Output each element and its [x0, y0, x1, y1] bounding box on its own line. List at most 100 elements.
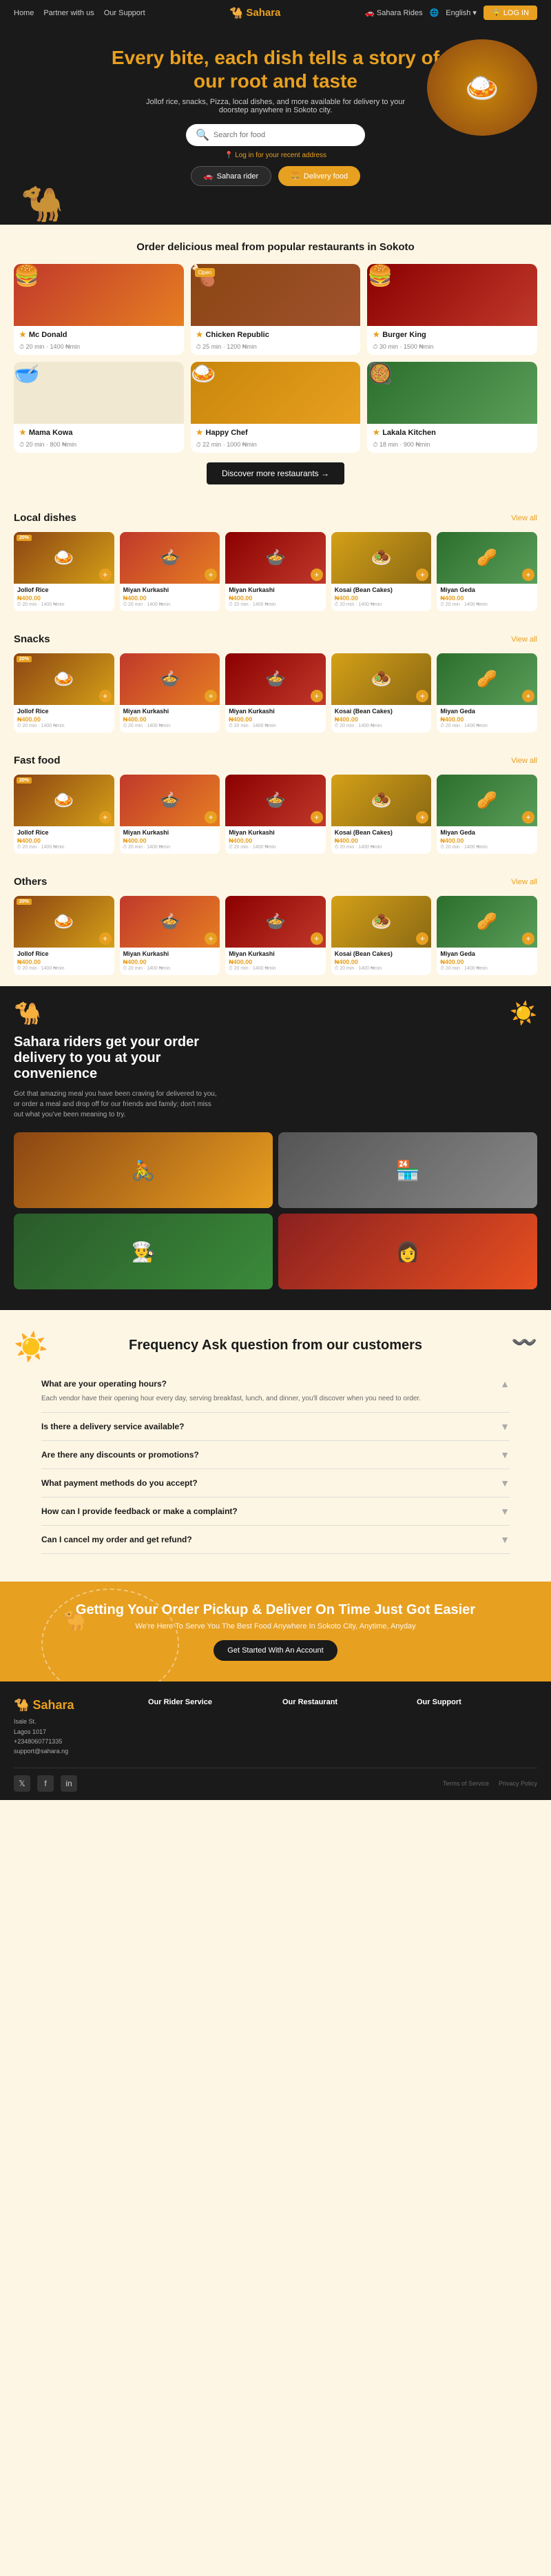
- restaurant-image: 🍛: [191, 362, 361, 424]
- food-card-name: Miyan Kurkashi: [229, 950, 322, 957]
- sahara-rides-link[interactable]: 🚗 Sahara Rides: [365, 8, 422, 17]
- search-bar[interactable]: 🔍: [186, 124, 365, 146]
- restaurant-card[interactable]: 🍛 ★ Happy Chef ⏱ 22 min · 1000 ₦min: [191, 362, 361, 453]
- add-to-cart-button[interactable]: +: [416, 811, 428, 824]
- food-card[interactable]: 🧆 + Kosai (Bean Cakes) ₦400.00 ⏱ 20 min …: [331, 775, 432, 854]
- add-to-cart-button[interactable]: +: [311, 811, 323, 824]
- add-to-cart-button[interactable]: +: [99, 690, 112, 702]
- food-card[interactable]: 🧆 + Kosai (Bean Cakes) ₦400.00 ⏱ 20 min …: [331, 896, 432, 975]
- cta-button[interactable]: Get Started With An Account: [214, 1640, 337, 1661]
- food-badge: 20%: [17, 535, 32, 541]
- terms-link[interactable]: Terms of Service: [443, 1780, 489, 1787]
- food-card-body: Miyan Kurkashi ₦400.00 ⏱ 20 min · 1400 ₦…: [225, 826, 326, 854]
- food-card-meta: ⏱ 20 min · 1400 ₦min: [123, 845, 217, 850]
- add-to-cart-button[interactable]: +: [416, 690, 428, 702]
- food-card-body: Miyan Kurkashi ₦400.00 ⏱ 20 min · 1400 ₦…: [225, 584, 326, 611]
- restaurant-card[interactable]: 🍔 ★ Mc Donald ⏱ 20 min · 1400 ₦min: [14, 264, 184, 355]
- add-to-cart-button[interactable]: +: [522, 932, 534, 945]
- cta-heading: Getting Your Order Pickup & Deliver On T…: [28, 1602, 523, 1618]
- faq-sun-icon: ☀️: [14, 1331, 48, 1363]
- add-to-cart-button[interactable]: +: [416, 569, 428, 581]
- food-card[interactable]: 🥜 + Miyan Geda ₦400.00 ⏱ 20 min · 1400 ₦…: [437, 775, 537, 854]
- view-all-link[interactable]: View all: [511, 878, 537, 886]
- view-all-link[interactable]: View all: [511, 757, 537, 765]
- faq-item[interactable]: What are your operating hours? ▲ Each ve…: [41, 1370, 510, 1413]
- add-to-cart-button[interactable]: +: [205, 932, 217, 945]
- facebook-icon[interactable]: f: [37, 1775, 54, 1792]
- food-card[interactable]: 🍛 20% + Jollof Rice ₦400.00 ⏱ 20 min · 1…: [14, 775, 114, 854]
- footer-logo: 🐪 Sahara: [14, 1698, 134, 1713]
- footer-col-title: Our Support: [417, 1698, 537, 1706]
- food-card-price: ₦400.00: [335, 837, 428, 844]
- faq-item[interactable]: How can I provide feedback or make a com…: [41, 1497, 510, 1526]
- login-button[interactable]: 🔒 LOG IN: [484, 6, 537, 20]
- faq-heading: Frequency Ask question from our customer…: [41, 1338, 510, 1353]
- food-card[interactable]: 🧆 + Kosai (Bean Cakes) ₦400.00 ⏱ 20 min …: [331, 653, 432, 733]
- faq-question: How can I provide feedback or make a com…: [41, 1506, 238, 1516]
- add-to-cart-button[interactable]: +: [522, 690, 534, 702]
- rider-button[interactable]: 🚗 Sahara rider: [191, 166, 271, 186]
- search-input[interactable]: [214, 131, 355, 139]
- location-text[interactable]: 📍 Log in for your recent address: [14, 152, 537, 159]
- food-card[interactable]: 🍲 + Miyan Kurkashi ₦400.00 ⏱ 20 min · 14…: [225, 532, 326, 611]
- food-button[interactable]: 🍔 Delivery food: [278, 166, 360, 186]
- add-to-cart-button[interactable]: +: [99, 569, 112, 581]
- food-card-name: Miyan Kurkashi: [123, 708, 217, 715]
- restaurant-card[interactable]: 🍗 Open ★ Chicken Republic ⏱ 25 min · 120…: [191, 264, 361, 355]
- discover-button[interactable]: Discover more restaurants →: [207, 462, 344, 484]
- food-section-header: Fast foodView all: [14, 755, 537, 766]
- restaurant-card[interactable]: 🥘 ★ Lakala Kitchen ⏱ 18 min · 900 ₦min: [367, 362, 537, 453]
- add-to-cart-button[interactable]: +: [205, 811, 217, 824]
- restaurant-card[interactable]: 🍔 ★ Burger King ⏱ 30 min · 1500 ₦min: [367, 264, 537, 355]
- add-to-cart-button[interactable]: +: [205, 569, 217, 581]
- food-card-price: ₦400.00: [440, 837, 534, 844]
- food-card[interactable]: 🥜 + Miyan Geda ₦400.00 ⏱ 20 min · 1400 ₦…: [437, 653, 537, 733]
- food-card-image: 🍲 +: [120, 653, 220, 705]
- faq-item[interactable]: Can I cancel my order and get refund? ▼: [41, 1526, 510, 1554]
- add-to-cart-button[interactable]: +: [522, 811, 534, 824]
- add-to-cart-button[interactable]: +: [99, 811, 112, 824]
- footer: 🐪 Sahara Isale St.Lagos 1017+23480607713…: [0, 1681, 551, 1800]
- faq-item[interactable]: Are there any discounts or promotions? ▼: [41, 1441, 510, 1469]
- food-card[interactable]: 🍛 20% + Jollof Rice ₦400.00 ⏱ 20 min · 1…: [14, 896, 114, 975]
- add-to-cart-button[interactable]: +: [311, 690, 323, 702]
- food-card-meta: ⏱ 20 min · 1400 ₦min: [335, 724, 428, 729]
- add-to-cart-button[interactable]: +: [416, 932, 428, 945]
- twitter-icon[interactable]: 𝕏: [14, 1775, 30, 1792]
- faq-wave-icon: 〰️: [512, 1331, 537, 1355]
- add-to-cart-button[interactable]: +: [205, 690, 217, 702]
- food-card-body: Jollof Rice ₦400.00 ⏱ 20 min · 1400 ₦min: [14, 584, 114, 611]
- food-card[interactable]: 🍲 + Miyan Kurkashi ₦400.00 ⏱ 20 min · 14…: [225, 653, 326, 733]
- restaurant-name: ★ Mama Kowa: [14, 424, 184, 441]
- restaurant-card[interactable]: 🥣 ★ Mama Kowa ⏱ 20 min · 800 ₦min: [14, 362, 184, 453]
- food-card[interactable]: 🍲 + Miyan Kurkashi ₦400.00 ⏱ 20 min · 14…: [120, 775, 220, 854]
- food-card[interactable]: 🍲 + Miyan Kurkashi ₦400.00 ⏱ 20 min · 14…: [120, 532, 220, 611]
- food-card[interactable]: 🍲 + Miyan Kurkashi ₦400.00 ⏱ 20 min · 14…: [120, 896, 220, 975]
- food-card[interactable]: 🍲 + Miyan Kurkashi ₦400.00 ⏱ 20 min · 14…: [225, 896, 326, 975]
- brand-logo: Sahara: [246, 7, 280, 19]
- add-to-cart-button[interactable]: +: [99, 932, 112, 945]
- add-to-cart-button[interactable]: +: [522, 569, 534, 581]
- language-select[interactable]: English ▾: [446, 8, 477, 17]
- food-card[interactable]: 🍲 + Miyan Kurkashi ₦400.00 ⏱ 20 min · 14…: [225, 775, 326, 854]
- food-card-meta: ⏱ 20 min · 1400 ₦min: [440, 724, 534, 729]
- linkedin-icon[interactable]: in: [61, 1775, 77, 1792]
- food-card-meta: ⏱ 20 min · 1400 ₦min: [335, 966, 428, 972]
- food-card[interactable]: 🥜 + Miyan Geda ₦400.00 ⏱ 20 min · 1400 ₦…: [437, 896, 537, 975]
- view-all-link[interactable]: View all: [511, 635, 537, 644]
- nav-home[interactable]: Home: [14, 9, 34, 17]
- food-card[interactable]: 🍛 20% + Jollof Rice ₦400.00 ⏱ 20 min · 1…: [14, 532, 114, 611]
- faq-item[interactable]: Is there a delivery service available? ▼: [41, 1413, 510, 1441]
- faq-item[interactable]: What payment methods do you accept? ▼: [41, 1469, 510, 1497]
- nav-support[interactable]: Our Support: [104, 9, 145, 17]
- food-card[interactable]: 🍲 + Miyan Kurkashi ₦400.00 ⏱ 20 min · 14…: [120, 653, 220, 733]
- add-to-cart-button[interactable]: +: [311, 932, 323, 945]
- view-all-link[interactable]: View all: [511, 514, 537, 522]
- privacy-link[interactable]: Privacy Policy: [499, 1780, 537, 1787]
- add-to-cart-button[interactable]: +: [311, 569, 323, 581]
- food-card[interactable]: 🍛 20% + Jollof Rice ₦400.00 ⏱ 20 min · 1…: [14, 653, 114, 733]
- food-card-body: Kosai (Bean Cakes) ₦400.00 ⏱ 20 min · 14…: [331, 705, 432, 733]
- food-card[interactable]: 🧆 + Kosai (Bean Cakes) ₦400.00 ⏱ 20 min …: [331, 532, 432, 611]
- nav-partner[interactable]: Partner with us: [43, 9, 94, 17]
- food-card[interactable]: 🥜 + Miyan Geda ₦400.00 ⏱ 20 min · 1400 ₦…: [437, 532, 537, 611]
